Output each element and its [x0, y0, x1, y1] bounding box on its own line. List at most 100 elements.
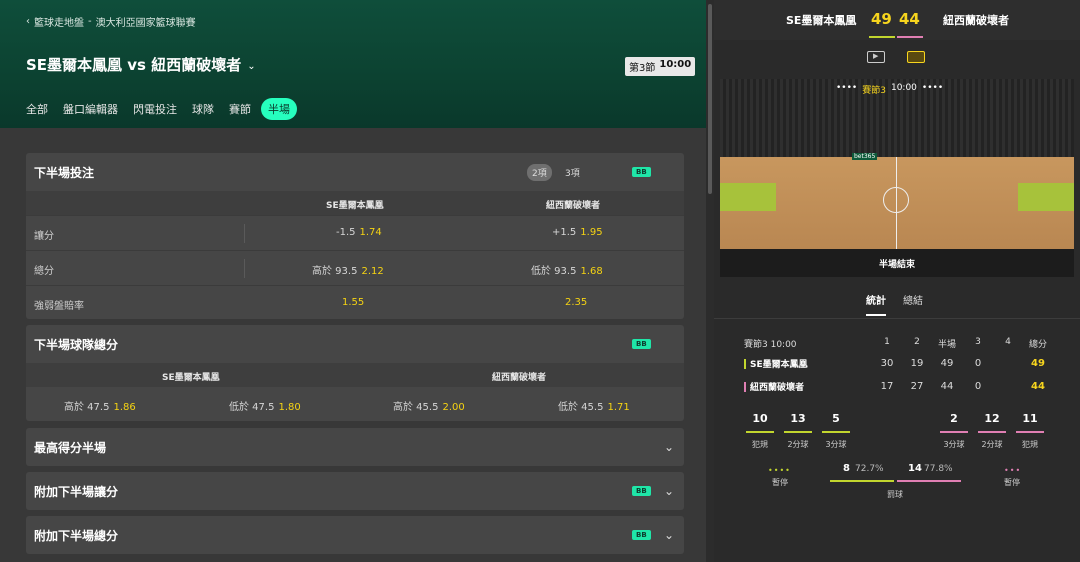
col-header: 4	[1005, 337, 1011, 347]
bet-builder-badge: BB	[632, 530, 651, 540]
row-label: 讓分	[34, 231, 54, 242]
odds: 1.71	[607, 402, 630, 413]
col-home: SE墨爾本鳳凰	[162, 373, 220, 383]
panel-header[interactable]: 下半場投注 2項 3項 BB	[26, 153, 684, 191]
stat-bar	[978, 431, 1006, 433]
odds-cell[interactable]: 低於 45.5 1.71	[558, 398, 630, 413]
stat-label: 犯規	[752, 440, 768, 449]
match-title[interactable]: SE墨爾本鳳凰 vs 紐西蘭破壞者 ⌄	[26, 54, 256, 75]
away-ft-pct: 77.8%	[924, 464, 953, 474]
breadcrumb[interactable]: ‹ 籃球走地盤 - 澳大利亞國家籃球聯賽	[26, 14, 196, 29]
away-odds-cell[interactable]: 低於 93.5 1.68	[531, 262, 603, 277]
market-tabs: 全部 盤口編輯器 閃電投注 球隊 賽節 半場	[26, 98, 312, 120]
home-odds-cell[interactable]: -1.5 1.74	[336, 227, 382, 238]
bet-builder-badge: BB	[632, 339, 651, 349]
score-cell: 0	[974, 381, 982, 392]
scrollbar[interactable]	[706, 0, 714, 562]
tab-4[interactable]: 賽節	[229, 101, 251, 117]
home-ft-bar	[830, 480, 894, 482]
tab-stats[interactable]: 統計	[866, 292, 886, 307]
col-header: 3	[975, 337, 981, 347]
court-floor: bet365	[720, 153, 1074, 249]
col-away: 紐西蘭破壞者	[492, 373, 547, 383]
timeout-label: 暫停	[772, 478, 788, 487]
tab-2[interactable]: 閃電投注	[133, 101, 177, 117]
collapsed-market[interactable]: 附加下半場讓分 BB ⌄	[26, 472, 684, 510]
tab-1[interactable]: 盤口編輯器	[63, 101, 118, 117]
score-cell: 27	[910, 381, 924, 392]
row-divider	[244, 259, 245, 278]
stat-label: 2分球	[787, 440, 809, 449]
line: 低於 45.5	[558, 402, 604, 413]
stat-bar	[940, 431, 968, 433]
tab-summary[interactable]: 總結	[903, 292, 923, 307]
breadcrumb-league[interactable]: 澳大利亞國家籃球聯賽	[96, 14, 196, 29]
column-header: SE墨爾本鳳凰 紐西蘭破壞者	[26, 363, 684, 387]
score-cell: 44	[940, 381, 954, 392]
tab-5[interactable]: 半場	[261, 98, 297, 120]
chevron-down-icon[interactable]: ⌄	[664, 484, 674, 498]
chevron-left-icon: ‹	[26, 16, 30, 27]
ft-label: 罰球	[887, 490, 903, 499]
home-score: 49	[871, 10, 892, 28]
line: +1.5	[552, 227, 577, 238]
breadcrumb-sport[interactable]: 籃球走地盤	[34, 14, 84, 29]
row-divider	[244, 224, 245, 243]
col-home: SE墨爾本鳳凰	[326, 201, 384, 211]
tab-3[interactable]: 球隊	[192, 101, 214, 117]
panel-header[interactable]: 下半場球隊總分 BB	[26, 325, 684, 363]
line: 高於 93.5	[312, 266, 358, 277]
stat-value: 11	[1022, 412, 1038, 425]
odds: 2.12	[361, 266, 384, 277]
stat-label: 犯規	[1022, 440, 1038, 449]
timeout-label: 暫停	[1004, 478, 1020, 487]
right-key	[1018, 183, 1074, 211]
away-odds-cell[interactable]: 2.35	[565, 297, 587, 308]
panel-title: 附加下半場總分	[34, 528, 119, 543]
markets-pane: ‹ 籃球走地盤 - 澳大利亞國家籃球聯賽 SE墨爾本鳳凰 vs 紐西蘭破壞者 ⌄…	[0, 0, 706, 562]
tab-0[interactable]: 全部	[26, 101, 48, 117]
market-row: 強弱盤賠率 1.55 2.35	[26, 285, 684, 319]
match-header: ‹ 籃球走地盤 - 澳大利亞國家籃球聯賽 SE墨爾本鳳凰 vs 紐西蘭破壞者 ⌄…	[0, 0, 706, 128]
odds-cell[interactable]: 低於 47.5 1.80	[229, 398, 301, 413]
stat-label: 3分球	[825, 440, 847, 449]
bet-builder-badge: BB	[632, 486, 651, 496]
away-ft-bar	[897, 480, 961, 482]
video-icon[interactable]: ▶	[867, 51, 885, 63]
line: 低於 93.5	[531, 266, 577, 277]
collapsed-market[interactable]: 附加下半場總分 BB ⌄	[26, 516, 684, 554]
home-odds-cell[interactable]: 高於 93.5 2.12	[312, 262, 384, 277]
pill-3-items[interactable]: 3項	[565, 166, 580, 179]
court-visualisation: •••• 賽節3 10:00 •••• bet365 半場結束	[720, 79, 1074, 277]
sponsor-board: bet365	[852, 153, 878, 160]
court-tracker-icon[interactable]	[907, 51, 925, 63]
score-cell: 49	[1031, 358, 1045, 369]
court-clock: •••• 賽節3 10:00 ••••	[836, 83, 944, 96]
stat-bar	[746, 431, 774, 433]
away-odds-cell[interactable]: +1.5 1.95	[552, 227, 603, 238]
chevron-down-icon[interactable]: ⌄	[664, 440, 674, 454]
home-odds-cell[interactable]: 1.55	[342, 297, 364, 308]
column-header: SE墨爾本鳳凰 紐西蘭破壞者	[26, 191, 684, 215]
score-cell: 44	[1031, 381, 1045, 392]
odds-cell[interactable]: 高於 45.5 2.00	[393, 398, 465, 413]
line: -1.5	[336, 227, 356, 238]
clock-value: 10:00	[659, 59, 692, 70]
chevron-down-icon[interactable]: ⌄	[247, 61, 255, 72]
divider	[714, 318, 1080, 319]
row-label: 強弱盤賠率	[34, 301, 84, 312]
chevron-down-icon[interactable]: ⌄	[664, 528, 674, 542]
away-color-bar	[897, 36, 923, 38]
match-title-text: SE墨爾本鳳凰 vs 紐西蘭破壞者	[26, 56, 242, 74]
odds-cell[interactable]: 高於 47.5 1.86	[64, 398, 136, 413]
odds: 1.86	[113, 402, 136, 413]
away-ft: 14	[908, 463, 922, 474]
score-cell: 19	[910, 358, 924, 369]
pill-2-items[interactable]: 2項	[527, 164, 552, 181]
col-header: 2	[914, 337, 920, 347]
score-cell: 17	[880, 381, 894, 392]
left-key	[720, 183, 776, 211]
collapsed-market[interactable]: 最高得分半場 ⌄	[26, 428, 684, 466]
home-team-label: SE墨爾本鳳凰	[750, 360, 808, 370]
scrollbar-thumb[interactable]	[708, 4, 712, 194]
